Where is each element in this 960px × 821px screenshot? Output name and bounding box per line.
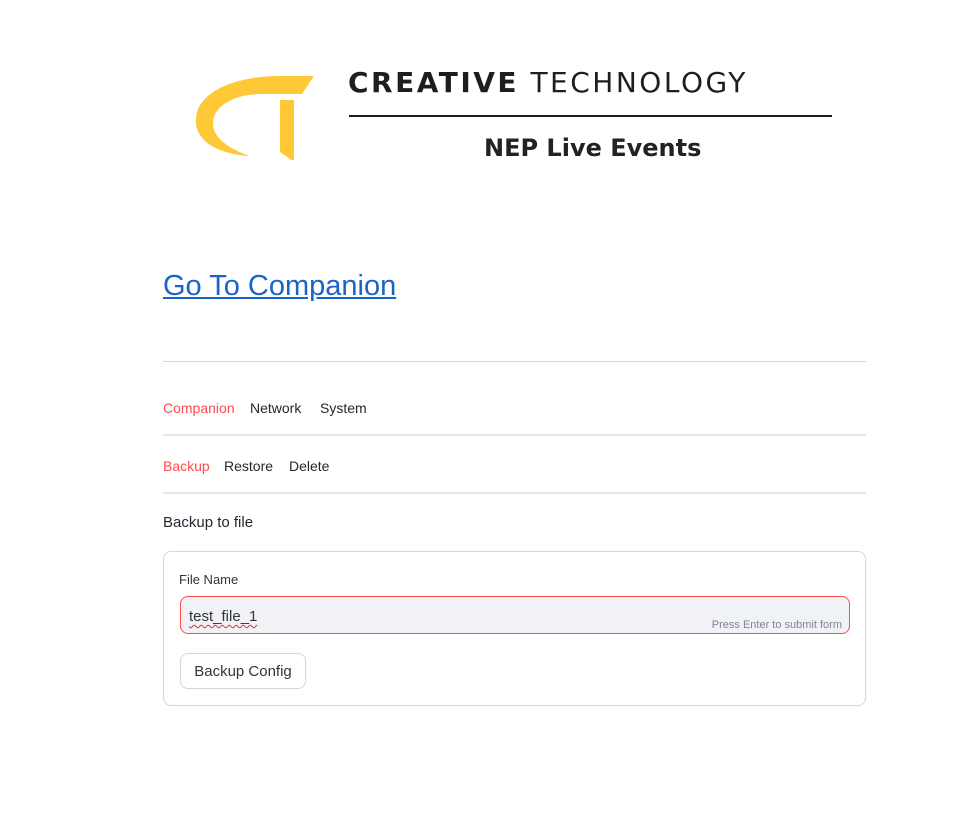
tab-backup[interactable]: Backup (163, 456, 210, 494)
sub-tabs: Backup Restore Delete (163, 456, 866, 494)
backup-form: File Name test_file_1 Press Enter to sub… (163, 551, 866, 706)
submit-hint: Press Enter to submit form (711, 619, 842, 631)
main-tabs: Companion Network System (163, 398, 866, 436)
file-name-value[interactable]: test_file_1 (189, 608, 257, 625)
logo-wordmark: CREATIVE TECHNOLOGY (348, 66, 748, 99)
file-name-label: File Name (179, 572, 239, 587)
tab-delete[interactable]: Delete (289, 456, 329, 492)
logo-mark-icon (195, 76, 314, 160)
logo-wordmark-light: TECHNOLOGY (530, 66, 748, 99)
section-title: Backup to file (163, 514, 254, 531)
backup-config-button[interactable]: Backup Config (180, 653, 306, 689)
go-to-companion-link[interactable]: Go To Companion (163, 270, 396, 303)
brand-logo: CREATIVE TECHNOLOGY NEP Live Events (190, 64, 840, 174)
file-name-input[interactable]: test_file_1 Press Enter to submit form (180, 596, 850, 634)
tab-system[interactable]: System (320, 398, 367, 434)
tabs-baseline (163, 492, 866, 494)
tab-restore[interactable]: Restore (224, 456, 273, 492)
logo-subbrand: NEP Live Events (484, 134, 702, 162)
logo-wordmark-bold: CREATIVE (348, 66, 520, 99)
tab-network[interactable]: Network (250, 398, 301, 434)
logo-rule (349, 115, 832, 117)
divider (163, 361, 866, 362)
tab-companion[interactable]: Companion (163, 398, 235, 436)
tabs-baseline (163, 434, 866, 436)
page: CREATIVE TECHNOLOGY NEP Live Events Go T… (0, 0, 960, 821)
